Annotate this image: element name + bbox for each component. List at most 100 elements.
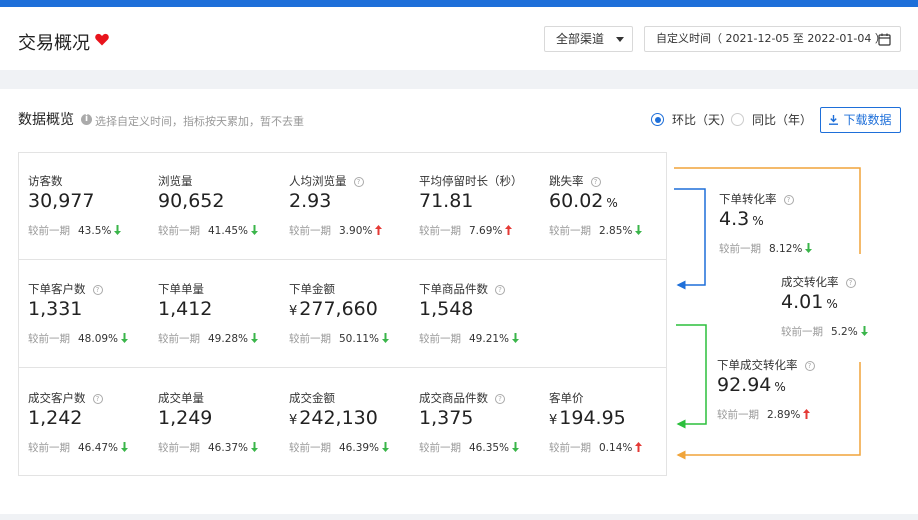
help-icon[interactable]: ?: [590, 177, 601, 187]
metric-number: 1,249: [158, 407, 213, 429]
arrow-down-icon: [251, 333, 259, 343]
help-icon[interactable]: ?: [92, 285, 103, 295]
compare-percent: 0.14%: [599, 442, 633, 454]
compare-label: 较前一期: [289, 333, 331, 345]
metric-avg-pv: 人均浏览量? 2.93 较前一期 3.90%: [289, 173, 417, 261]
metric-number: 277,660: [299, 298, 378, 320]
metric-compare: 较前一期 8.12%: [719, 241, 813, 256]
help-icon[interactable]: ?: [353, 177, 364, 187]
compare-label: 较前一期: [549, 442, 591, 454]
compare-label: 较前一期: [781, 326, 823, 338]
metric-number: 4.01: [781, 291, 824, 313]
metric-label-text: 下单转化率: [719, 192, 777, 206]
compare-percent: 50.11%: [339, 333, 380, 345]
compare-percent: 46.39%: [339, 442, 380, 454]
arrow-up-icon: [375, 225, 383, 235]
metric-label: 跳失率?: [549, 173, 601, 189]
date-range-value: 自定义时间（ 2021-12-05 至 2022-01-04 ）: [656, 32, 886, 45]
metric-compare: 较前一期 3.90%: [289, 223, 383, 238]
channel-select[interactable]: 全部渠道: [544, 26, 633, 52]
metric-value: 92.94%: [717, 374, 786, 396]
metric-order-deal-conv: 下单成交转化率? 92.94% 较前一期 2.89%: [717, 357, 845, 445]
metric-label: 下单金额: [289, 281, 335, 297]
metric-compare: 较前一期 46.35%: [419, 440, 520, 455]
metric-label: 成交单量: [158, 390, 204, 406]
compare-label: 较前一期: [289, 442, 331, 454]
currency-prefix: ¥: [289, 304, 298, 319]
metric-unit-price: 客单价 ¥194.95 较前一期 0.14%: [549, 390, 677, 478]
arrow-down-icon: [382, 442, 390, 452]
metric-value: ¥277,660: [289, 298, 378, 320]
date-range-picker[interactable]: 自定义时间（ 2021-12-05 至 2022-01-04 ）: [644, 26, 901, 52]
header-card: 交易概况 全部渠道 自定义时间（ 2021-12-05 至 2022-01-04…: [0, 7, 918, 70]
metric-label-text: 成交客户数: [28, 391, 86, 405]
help-icon[interactable]: ?: [783, 195, 794, 205]
metric-label: 成交商品件数?: [419, 390, 505, 406]
metric-unit: %: [752, 214, 764, 228]
metric-compare: 较前一期 46.47%: [28, 440, 129, 455]
metric-number: 4.3: [719, 208, 750, 230]
help-icon[interactable]: ?: [495, 394, 505, 404]
metric-order-count: 下单单量 1,412 较前一期 49.28%: [158, 281, 286, 369]
compare-percent: 2.85%: [599, 225, 633, 237]
arrow-down-icon: [805, 243, 813, 253]
help-icon[interactable]: ?: [845, 278, 856, 288]
compare-label: 较前一期: [419, 225, 461, 237]
metric-number: 92.94: [717, 374, 772, 396]
metric-compare: 较前一期 0.14%: [549, 440, 643, 455]
arrow-up-icon: [505, 225, 513, 235]
arrow-up-icon: [635, 442, 643, 452]
metric-value: 1,412: [158, 298, 212, 320]
metric-label-text: 成交转化率: [781, 275, 839, 289]
compare-percent: 7.69%: [469, 225, 503, 237]
help-icon[interactable]: ?: [804, 361, 815, 371]
metric-number: 1,412: [158, 298, 213, 320]
currency-prefix: ¥: [549, 413, 558, 428]
metric-label: 下单客户数?: [28, 281, 103, 297]
help-icon[interactable]: ?: [92, 394, 103, 404]
metric-label: 浏览量: [158, 173, 193, 189]
metric-number: 1,242: [28, 407, 83, 429]
chevron-down-icon: [616, 37, 624, 42]
compare-percent: 48.09%: [78, 333, 119, 345]
compare-percent: 43.5%: [78, 225, 112, 237]
metric-visitors: 访客数 30,977 较前一期 43.5%: [28, 173, 156, 261]
metric-number: 194.95: [559, 407, 626, 429]
compare-percent: 2.89%: [767, 409, 801, 421]
calendar-icon: [878, 33, 891, 46]
metric-value: 4.01%: [781, 291, 838, 313]
metric-label-text: 浏览量: [158, 174, 193, 188]
metric-label: 访客数: [28, 173, 63, 189]
metric-compare: 较前一期 43.5%: [28, 223, 122, 238]
metric-compare: 较前一期 50.11%: [289, 331, 390, 346]
metric-value: ¥194.95: [549, 407, 626, 429]
metric-deal-items: 成交商品件数? 1,375 较前一期 46.35%: [419, 390, 547, 478]
metric-value: 30,977: [28, 190, 94, 212]
flow-arrow-order: [674, 188, 706, 290]
page-title: 交易概况: [18, 33, 90, 54]
metric-label-text: 下单成交转化率: [717, 358, 798, 372]
metric-compare: 较前一期 46.39%: [289, 440, 390, 455]
compare-label: 较前一期: [158, 225, 200, 237]
metric-value: 1,242: [28, 407, 82, 429]
arrow-down-icon: [860, 326, 868, 336]
help-icon[interactable]: ?: [495, 285, 505, 295]
metric-label-text: 下单金额: [289, 282, 335, 296]
compare-percent: 3.90%: [339, 225, 373, 237]
metric-label: 平均停留时长（秒）: [419, 173, 523, 189]
metric-label-text: 平均停留时长（秒）: [419, 174, 523, 188]
compare-label: 较前一期: [549, 225, 591, 237]
metric-label: 下单商品件数?: [419, 281, 505, 297]
metric-number: 1,375: [419, 407, 474, 429]
compare-label: 较前一期: [28, 333, 70, 345]
metric-compare: 较前一期 2.89%: [717, 407, 811, 422]
metric-label-text: 成交商品件数: [419, 391, 488, 405]
compare-label: 较前一期: [158, 333, 200, 345]
metric-deal-amount: 成交金额 ¥242,130 较前一期 46.39%: [289, 390, 417, 478]
compare-label: 较前一期: [158, 442, 200, 454]
metric-label-text: 下单单量: [158, 282, 204, 296]
metric-value: 1,548: [419, 298, 473, 320]
metric-order-conv: 下单转化率? 4.3% 较前一期 8.12%: [719, 191, 847, 279]
metric-label: 人均浏览量?: [289, 173, 364, 189]
overview-card: 数据概览 i 选择自定义时间，指标按天累加，暂不去重 环比（天） 同比（年） 下…: [0, 89, 918, 514]
